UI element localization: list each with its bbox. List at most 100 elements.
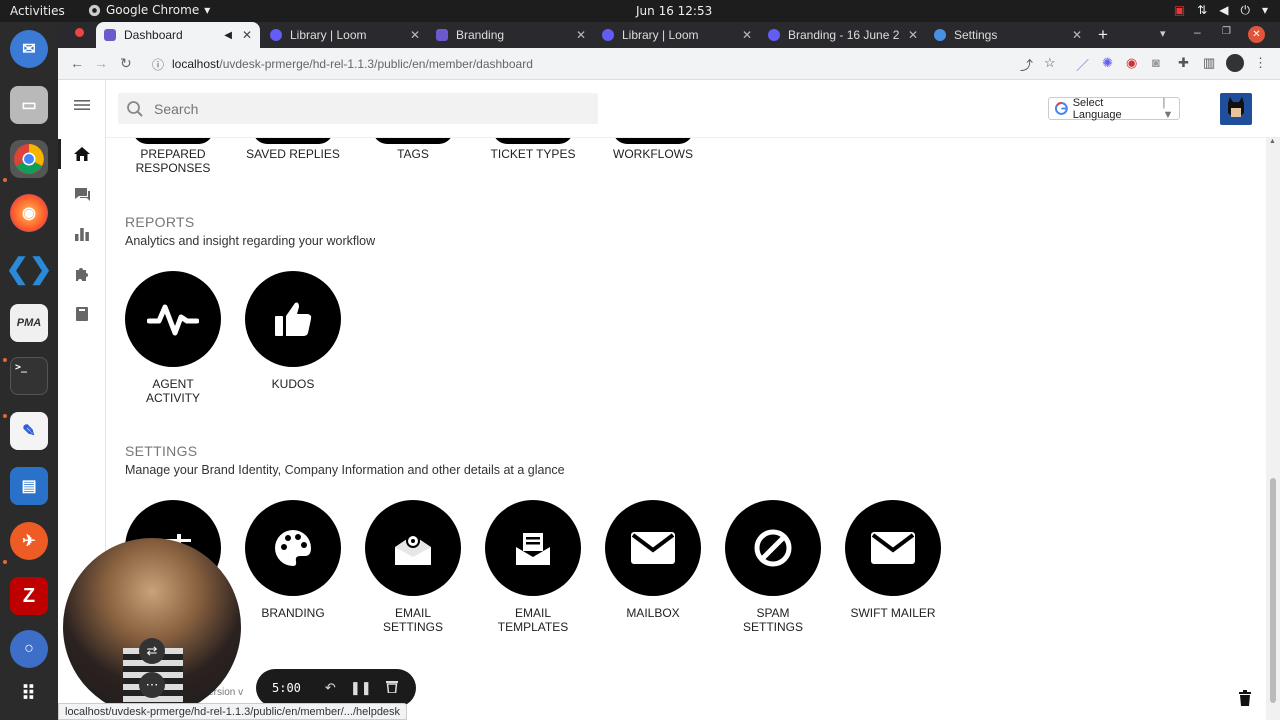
close-icon[interactable]: ✕ <box>576 28 586 42</box>
tile-label: PREPARED RESPONSES <box>135 147 211 175</box>
chevron-down-icon[interactable]: ▾ <box>1262 3 1268 18</box>
tile-tags[interactable]: TAGS <box>353 138 473 161</box>
tile-email-settings[interactable]: EMAIL SETTINGS <box>353 500 473 634</box>
reports-icon[interactable] <box>73 225 91 243</box>
tile-label: AGENT ACTIVITY <box>145 377 200 405</box>
tab-branding[interactable]: Branding ✕ <box>428 22 594 48</box>
pause-icon[interactable]: ❚❚ <box>350 680 372 696</box>
active-indicator <box>58 139 61 169</box>
reports-description: Analytics and insight regarding your wor… <box>125 234 376 248</box>
bookmark-star-icon[interactable]: ☆ <box>1044 55 1056 71</box>
system-tray[interactable]: ▣ ⇅ ◀ ⏻ ▾ <box>1174 3 1268 18</box>
postman-icon[interactable]: ✈ <box>10 522 48 560</box>
chrome-menu-icon[interactable]: ⋮ <box>1254 55 1267 71</box>
tile-label: EMAIL SETTINGS <box>382 606 443 634</box>
network-icon[interactable]: ⇅ <box>1197 3 1207 18</box>
tile-label: WORKFLOWS <box>613 147 693 161</box>
forward-button[interactable]: → <box>94 55 108 71</box>
address-bar[interactable]: ⓘ localhost/uvdesk-prmerge/hd-rel-1.1.3/… <box>144 52 1014 76</box>
tile-ticket-types[interactable]: TICKET TYPES <box>473 138 593 161</box>
search-input[interactable] <box>154 100 574 117</box>
user-avatar[interactable] <box>1220 93 1252 125</box>
loom-camera-bubble[interactable]: ⇄ ⋯ <box>63 538 241 716</box>
tab-settings[interactable]: Settings ✕ <box>926 22 1090 48</box>
recording-timer: 5:00 <box>272 681 301 695</box>
knowledgebase-icon[interactable] <box>73 305 91 323</box>
undo-icon[interactable]: ↶ <box>325 680 336 696</box>
apps-puzzle-icon[interactable] <box>73 265 91 283</box>
reload-button[interactable]: ↻ <box>120 55 132 72</box>
tickets-icon[interactable] <box>73 185 91 203</box>
filezilla-icon[interactable]: Z <box>10 577 48 615</box>
site-info-icon[interactable]: ⓘ <box>152 56 164 73</box>
switch-camera-icon[interactable]: ⇄ <box>139 638 165 664</box>
files-icon[interactable]: ▭ <box>10 86 48 124</box>
tile-label: SAVED REPLIES <box>246 147 340 161</box>
new-tab-button[interactable]: + <box>1098 25 1108 45</box>
terminal-icon[interactable]: >_ <box>10 357 48 395</box>
minimize-button[interactable]: – <box>1194 25 1201 39</box>
tab-library-loom-2[interactable]: Library | Loom ✕ <box>594 22 760 48</box>
tile-workflows[interactable]: WORKFLOWS <box>593 138 713 161</box>
tile-swift-mailer[interactable]: SWIFT MAILER <box>833 500 953 620</box>
activities-button[interactable]: Activities <box>10 4 65 18</box>
search-box[interactable] <box>118 93 598 124</box>
trash-icon[interactable] <box>1238 690 1252 706</box>
side-panel-icon[interactable]: ▥ <box>1203 55 1215 71</box>
block-icon <box>725 500 821 596</box>
delete-icon[interactable] <box>385 680 398 696</box>
tile-spam-settings[interactable]: SPAM SETTINGS <box>713 500 833 634</box>
close-icon[interactable]: ✕ <box>242 28 252 42</box>
tile-label: SPAM SETTINGS <box>742 606 803 634</box>
share-icon[interactable]: ⤴ <box>1020 55 1033 74</box>
tile-mailbox[interactable]: MAILBOX <box>593 500 713 620</box>
profile-avatar[interactable] <box>1226 54 1244 72</box>
scrollbar-thumb[interactable] <box>1270 478 1276 703</box>
more-options-icon[interactable]: ⋯ <box>139 672 165 698</box>
close-window-button[interactable]: ✕ <box>1248 26 1265 43</box>
language-select[interactable]: Select Language | ▼ <box>1048 97 1180 121</box>
back-button[interactable]: ← <box>70 55 84 71</box>
close-icon[interactable]: ✕ <box>742 28 752 42</box>
tile-saved-replies[interactable]: SAVED REPLIES <box>233 138 353 161</box>
phpmyadmin-icon[interactable]: PMA <box>10 304 48 342</box>
home-icon[interactable] <box>73 145 91 163</box>
extension-loom-icon[interactable]: ✺ <box>1102 55 1113 71</box>
tile-branding[interactable]: BRANDING <box>233 500 353 620</box>
power-icon[interactable]: ⏻ <box>1240 3 1250 18</box>
extensions-puzzle-icon[interactable]: ✚ <box>1178 55 1189 71</box>
tab-branding-16-june[interactable]: Branding - 16 June 2 ✕ <box>760 22 926 48</box>
tab-dashboard[interactable]: Dashboard ◀ ✕ <box>96 22 260 48</box>
settings-description: Manage your Brand Identity, Company Info… <box>125 463 565 477</box>
thunderbird-icon[interactable]: ✉ <box>10 30 48 68</box>
extension-color-icon[interactable]: ◉ <box>1126 55 1137 71</box>
text-editor-icon[interactable]: ✎ <box>10 412 48 450</box>
firefox-icon[interactable]: ◉ <box>10 194 48 232</box>
chrome-icon <box>88 4 101 16</box>
chromium-icon[interactable]: ○ <box>10 630 48 668</box>
menu-icon[interactable] <box>73 96 91 114</box>
indicator-icon[interactable]: ▣ <box>1174 3 1185 18</box>
restore-button[interactable]: ❐ <box>1222 26 1231 37</box>
tile-prepared-responses[interactable]: PREPARED RESPONSES <box>113 138 233 175</box>
apps-grid-icon[interactable]: ⠿ <box>10 674 48 712</box>
extension-camera-icon[interactable]: ◙ <box>1152 55 1160 70</box>
close-icon[interactable]: ✕ <box>908 28 918 42</box>
volume-icon[interactable]: ◀ <box>1219 3 1228 18</box>
writer-icon[interactable]: ▤ <box>10 467 48 505</box>
tab-library-loom[interactable]: Library | Loom ✕ <box>262 22 428 48</box>
browser-toolbar: ← → ↻ ⓘ localhost/uvdesk-prmerge/hd-rel-… <box>58 48 1280 80</box>
page-scrollbar[interactable]: ▲ <box>1266 138 1280 720</box>
vscode-icon[interactable]: ❮❯ <box>6 249 53 287</box>
clock[interactable]: Jun 16 12:53 <box>636 4 712 18</box>
close-icon[interactable]: ✕ <box>1072 28 1082 42</box>
close-icon[interactable]: ✕ <box>410 28 420 42</box>
extension-pen-icon[interactable]: ／ <box>1076 55 1089 74</box>
tile-kudos[interactable]: KUDOS <box>233 271 353 391</box>
tab-search-icon[interactable]: ▾ <box>1160 27 1166 40</box>
app-menu[interactable]: Google Chrome ▾ <box>88 3 210 17</box>
chrome-icon[interactable] <box>10 140 48 178</box>
scroll-up-icon[interactable]: ▲ <box>1269 138 1276 145</box>
tile-agent-activity[interactable]: AGENT ACTIVITY <box>113 271 233 405</box>
tile-email-templates[interactable]: EMAIL TEMPLATES <box>473 500 593 634</box>
